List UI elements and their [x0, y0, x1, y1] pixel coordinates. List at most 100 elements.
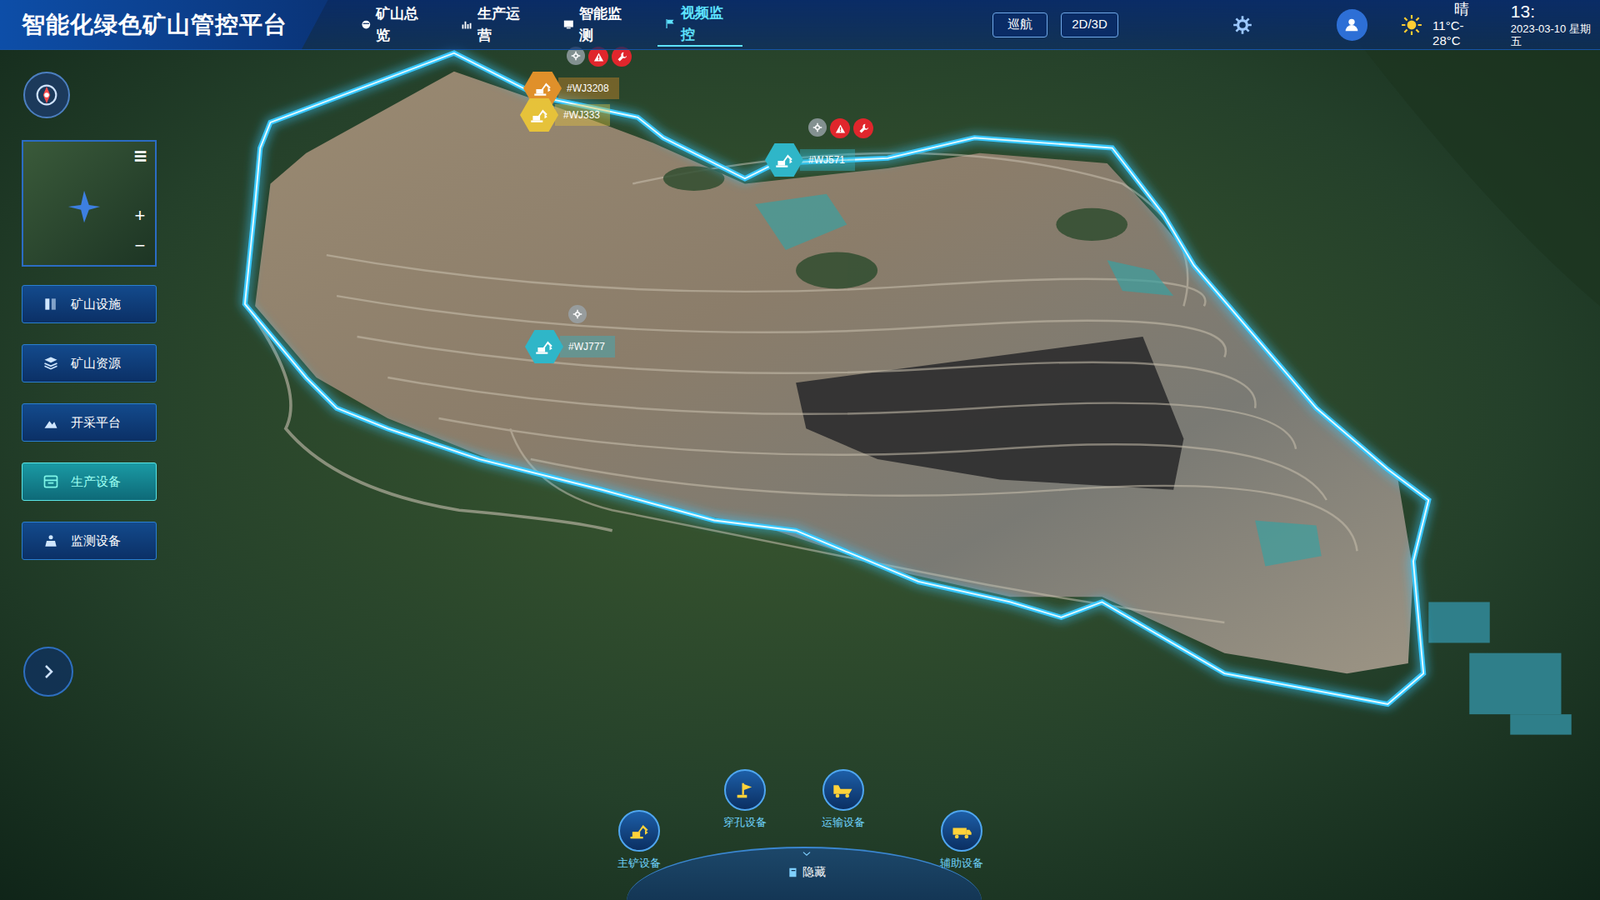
sidebar-item-label: 监测设备	[70, 531, 121, 551]
wrench-glyph-icon	[857, 122, 870, 135]
dock-item[interactable]: 穿孔设备	[715, 769, 775, 831]
weather-condition: 晴	[1454, 0, 1470, 20]
warning-icon	[592, 50, 605, 64]
chevron-right-icon	[38, 661, 59, 682]
compass-icon	[32, 80, 61, 110]
sidebar-item-icon	[42, 473, 60, 490]
title-panel: 智能化绿色矿山管控平台	[0, 0, 329, 50]
nav-tab-label: 矿山总览	[375, 3, 431, 46]
sidebar-menu: 矿山设施矿山资源开采平台生产设备监测设备	[21, 285, 159, 560]
minimap[interactable]: ☰+−	[21, 140, 157, 267]
dock-item-label: 穿孔设备	[723, 814, 767, 831]
sidebar-item-icon	[42, 532, 60, 550]
view-buttons: 巡航 2D/3D	[992, 12, 1119, 38]
equipment-icon	[950, 819, 974, 843]
nav-tab[interactable]: 视频监控	[657, 2, 743, 47]
nav-tab[interactable]: 矿山总览	[353, 3, 439, 46]
dock-button[interactable]	[724, 769, 766, 811]
dock-item[interactable]: 主铲设备	[610, 810, 669, 872]
clock: 13:2023-03-10 星期五	[1510, 0, 1600, 48]
clock-time: 13:	[1510, 0, 1600, 22]
view-button[interactable]: 2D/3D	[1060, 12, 1119, 38]
zoom-controls: +−	[135, 205, 146, 260]
gear-glyph-icon	[571, 308, 584, 320]
marker-label: #WJ571	[800, 149, 855, 171]
dock-button[interactable]	[618, 810, 660, 852]
marker-hex[interactable]	[525, 330, 564, 364]
left-panel: ☰+−矿山设施矿山资源开采平台生产设备监测设备	[21, 71, 159, 560]
dock-button[interactable]	[940, 810, 983, 852]
sidebar-item[interactable]: 生产设备	[21, 462, 157, 501]
nav-tab-icon	[360, 18, 373, 31]
equipment-marker[interactable]: #WJ571	[765, 143, 855, 177]
dock-item[interactable]: 辅助设备	[932, 810, 991, 872]
gear-icon[interactable]	[808, 118, 827, 137]
view-button[interactable]: 巡航	[992, 12, 1048, 38]
nav-tab[interactable]: 生产运营	[454, 3, 540, 46]
clock-date: 2023-03-10 星期五	[1510, 22, 1600, 49]
user-avatar[interactable]	[1336, 9, 1368, 41]
dock-item-label: 辅助设备	[940, 855, 984, 872]
sidebar-item[interactable]: 监测设备	[21, 521, 157, 560]
excavator-icon	[531, 77, 554, 100]
nav-tab-icon	[664, 17, 677, 30]
marker-icons	[808, 118, 874, 139]
gear-glyph-icon	[570, 50, 582, 62]
view-pointer-icon	[65, 187, 104, 226]
equipment-marker[interactable]: #WJ777	[525, 330, 615, 364]
app-title: 智能化绿色矿山管控平台	[21, 7, 288, 43]
equipment-marker[interactable]: #WJ333	[520, 98, 610, 132]
marker-icons	[568, 305, 587, 324]
sidebar-item-label: 矿山资源	[70, 354, 121, 374]
app-screen: #WJ3208#WJ333 #WJ571 #WJ777 智能化绿色矿山管控平台 矿山总览…	[0, 0, 1600, 900]
nav-tab-icon	[562, 18, 575, 31]
sidebar-item[interactable]: 矿山资源	[21, 344, 157, 383]
gear-icon[interactable]	[568, 305, 587, 324]
weather-icon-box	[1400, 14, 1423, 36]
sidebar-item-label: 生产设备	[70, 472, 121, 492]
settings-button[interactable]	[1231, 14, 1254, 36]
nav-tab-icon	[460, 18, 474, 31]
excavator-icon	[528, 104, 550, 126]
excavator-icon	[533, 335, 555, 358]
alert-icon[interactable]	[830, 118, 850, 139]
sidebar-item[interactable]: 矿山设施	[21, 285, 157, 324]
sidebar-item-label: 矿山设施	[70, 295, 121, 315]
gear-icon	[1231, 14, 1254, 36]
nav-tab-label: 视频监控	[680, 2, 736, 45]
marker-hex[interactable]	[765, 143, 804, 177]
top-bar: 智能化绿色矿山管控平台矿山总览生产运营智能监测视频监控巡航2D/3D晴11°C-…	[0, 0, 1600, 50]
sun-icon	[1400, 14, 1423, 36]
zoom-in-button[interactable]: +	[135, 205, 146, 227]
nav-tab-label: 生产运营	[477, 3, 533, 46]
hide-label: 隐藏	[802, 863, 826, 881]
dock-button[interactable]	[822, 769, 865, 811]
mine-boundary-map	[0, 0, 1600, 900]
layer-list-button[interactable]: ☰	[134, 146, 147, 167]
terrain-map[interactable]: #WJ3208#WJ333 #WJ571 #WJ777	[0, 0, 1600, 900]
expand-panel-button[interactable]	[23, 646, 74, 697]
marker-label-text: #WJ571	[808, 152, 845, 168]
gear-glyph-icon	[811, 121, 824, 134]
excavator-icon	[773, 149, 795, 171]
equipment-icon	[733, 778, 757, 802]
marker-hex[interactable]	[520, 98, 559, 132]
nav-tab[interactable]: 智能监测	[555, 3, 641, 46]
sidebar-item-icon	[42, 355, 60, 372]
sidebar-item-icon	[42, 295, 60, 313]
sidebar-item[interactable]: 开采平台	[21, 403, 157, 442]
zoom-out-button[interactable]: −	[135, 235, 146, 257]
compass-button[interactable]	[23, 71, 70, 119]
minimap-controls: ☰+−	[130, 146, 150, 260]
equipment-icon	[831, 778, 855, 802]
warning-icon	[834, 122, 847, 135]
sidebar-item-label: 开采平台	[70, 413, 121, 433]
wrench-icon[interactable]	[853, 118, 874, 139]
marker-label: #WJ3208	[558, 77, 620, 100]
marker-label: #WJ777	[560, 335, 615, 358]
view-button-label: 2D/3D	[1071, 15, 1108, 35]
hide-dock-button[interactable]: 隐藏	[773, 848, 840, 881]
dock-item[interactable]: 运输设备	[814, 769, 873, 831]
hide-icon	[787, 866, 800, 879]
hide-row: 隐藏	[787, 863, 826, 881]
